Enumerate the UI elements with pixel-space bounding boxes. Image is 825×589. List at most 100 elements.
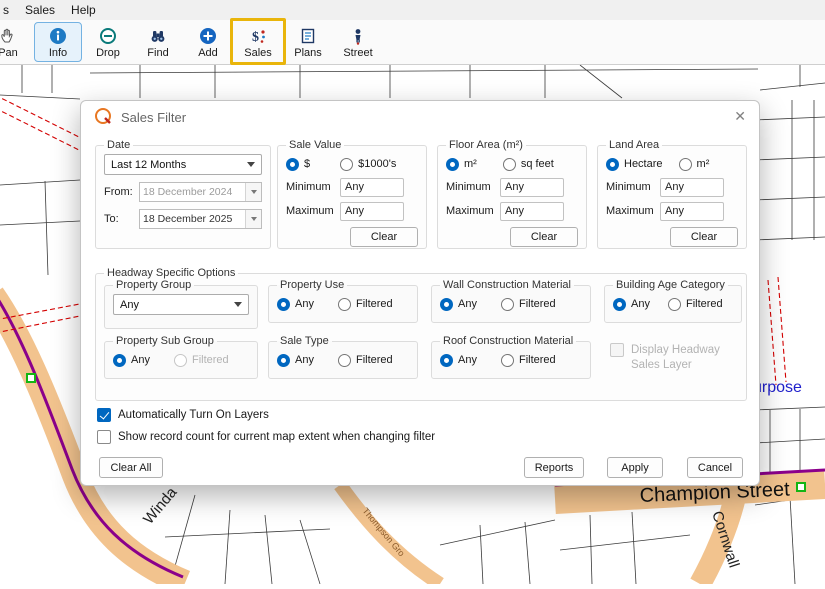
radio-indicator [340, 158, 353, 171]
radio-property-sub-group-any[interactable]: Any [113, 354, 150, 367]
toolbar-button-sales[interactable]: $ Sales [234, 22, 282, 62]
app-logo-icon [94, 107, 112, 128]
sales-icon: $ [249, 26, 267, 46]
toolbar-button-info[interactable]: Info [34, 22, 82, 62]
property-use-legend: Property Use [277, 279, 347, 291]
radio-label: m² [464, 158, 477, 170]
property-sub-group-box: Property Sub Group Any Filtered [104, 335, 258, 379]
radio-building-age-any[interactable]: Any [613, 298, 650, 311]
date-range-dropdown[interactable]: Last 12 Months [104, 154, 262, 175]
radio-land-area-m2[interactable]: m² [679, 158, 710, 171]
dialog-title: Sales Filter [121, 110, 186, 125]
menu-item-sales[interactable]: Sales [17, 1, 63, 19]
toolbar-button-find[interactable]: Find [134, 22, 182, 62]
sale-value-minimum-input[interactable] [340, 178, 404, 197]
menu-bar: s Sales Help [0, 0, 825, 20]
radio-sale-type-filtered[interactable]: Filtered [338, 354, 393, 367]
toolbar-button-add[interactable]: Add [184, 22, 232, 62]
dialog-titlebar[interactable]: Sales Filter ✕ [81, 101, 759, 133]
radio-indicator [338, 354, 351, 367]
floor-area-legend: Floor Area (m²) [446, 139, 526, 151]
pan-icon [0, 26, 17, 46]
menu-item-help[interactable]: Help [63, 1, 104, 19]
toolbar-button-label: Info [49, 47, 67, 59]
radio-label: $ [304, 158, 310, 170]
land-area-clear-button[interactable]: Clear [670, 227, 738, 247]
sale-type-box: Sale Type Any Filtered [268, 335, 418, 379]
radio-sale-value-thousands[interactable]: $1000's [340, 158, 396, 171]
radio-property-use-any[interactable]: Any [277, 298, 314, 311]
checkbox-indicator [97, 430, 111, 444]
radio-floor-area-m2[interactable]: m² [446, 158, 477, 171]
floor-area-minimum-input[interactable] [500, 178, 564, 197]
floor-area-clear-button[interactable]: Clear [510, 227, 578, 247]
application-window: s Sales Help Pan Info [0, 0, 825, 584]
show-record-count-checkbox[interactable]: Show record count for current map extent… [97, 430, 435, 444]
street-icon [349, 26, 367, 46]
date-group: Date Last 12 Months From: 18 December 20… [95, 139, 271, 249]
radio-indicator [277, 354, 290, 367]
drop-icon [99, 26, 117, 46]
toolbar-button-street[interactable]: Street [334, 22, 382, 62]
checkbox-label: Show record count for current map extent… [118, 431, 435, 443]
radio-label: Any [295, 354, 314, 366]
radio-label: Filtered [519, 354, 556, 366]
floor-area-maximum-input[interactable] [500, 202, 564, 221]
property-use-box: Property Use Any Filtered [268, 279, 418, 323]
radio-indicator [446, 158, 459, 171]
property-group-dropdown[interactable]: Any [113, 294, 249, 315]
auto-turn-on-layers-checkbox[interactable]: Automatically Turn On Layers [97, 408, 269, 422]
radio-floor-area-sqfeet[interactable]: sq feet [503, 158, 554, 171]
radio-label: Filtered [519, 298, 556, 310]
radio-label: Any [458, 354, 477, 366]
to-date-dropdown[interactable] [245, 210, 261, 228]
toolbar-button-drop[interactable]: Drop [84, 22, 132, 62]
radio-property-use-filtered[interactable]: Filtered [338, 298, 393, 311]
sales-filter-dialog: Sales Filter ✕ Date Last 12 Months From:… [80, 100, 760, 486]
radio-land-area-hectare[interactable]: Hectare [606, 158, 663, 171]
menu-item-tools[interactable]: s [0, 1, 17, 19]
radio-label: Filtered [686, 298, 723, 310]
street-label-thompson-grove: Thompson Gro [360, 506, 406, 558]
radio-label: Any [295, 298, 314, 310]
radio-indicator [113, 354, 126, 367]
radio-roof-material-filtered[interactable]: Filtered [501, 354, 556, 367]
radio-wall-material-filtered[interactable]: Filtered [501, 298, 556, 311]
sale-value-maximum-input[interactable] [340, 202, 404, 221]
toolbar-button-pan[interactable]: Pan [0, 22, 32, 62]
cancel-button[interactable]: Cancel [687, 457, 743, 478]
property-group-legend: Property Group [113, 279, 194, 291]
to-label: To: [104, 213, 139, 225]
radio-label: m² [697, 158, 710, 170]
radio-building-age-filtered[interactable]: Filtered [668, 298, 723, 311]
toolbar-button-label: Street [343, 47, 372, 59]
toolbar-button-label: Find [147, 47, 168, 59]
checkbox-indicator [610, 343, 624, 357]
radio-indicator [613, 298, 626, 311]
close-icon[interactable]: ✕ [734, 108, 746, 124]
reports-button[interactable]: Reports [524, 457, 584, 478]
from-label: From: [104, 186, 139, 198]
to-date-picker[interactable]: 18 December 2025 [139, 209, 262, 229]
floor-area-group: Floor Area (m²) m² sq feet Minimum Maxim… [437, 139, 587, 249]
chevron-down-icon [247, 162, 255, 167]
land-area-minimum-input[interactable] [660, 178, 724, 197]
radio-indicator [501, 298, 514, 311]
toolbar-button-plans[interactable]: Plans [284, 22, 332, 62]
radio-indicator [668, 298, 681, 311]
sale-value-clear-button[interactable]: Clear [350, 227, 418, 247]
clear-all-button[interactable]: Clear All [99, 457, 163, 478]
radio-indicator [503, 158, 516, 171]
radio-label: Hectare [624, 158, 663, 170]
radio-label: Filtered [356, 298, 393, 310]
apply-button[interactable]: Apply [607, 457, 663, 478]
radio-wall-material-any[interactable]: Any [440, 298, 477, 311]
radio-property-sub-group-filtered: Filtered [174, 354, 229, 367]
radio-sale-value-dollars[interactable]: $ [286, 158, 310, 171]
land-area-maximum-input[interactable] [660, 202, 724, 221]
radio-sale-type-any[interactable]: Any [277, 354, 314, 367]
radio-roof-material-any[interactable]: Any [440, 354, 477, 367]
property-group-value: Any [120, 299, 139, 311]
plans-icon [299, 26, 317, 46]
checkbox-label: Automatically Turn On Layers [118, 409, 269, 421]
